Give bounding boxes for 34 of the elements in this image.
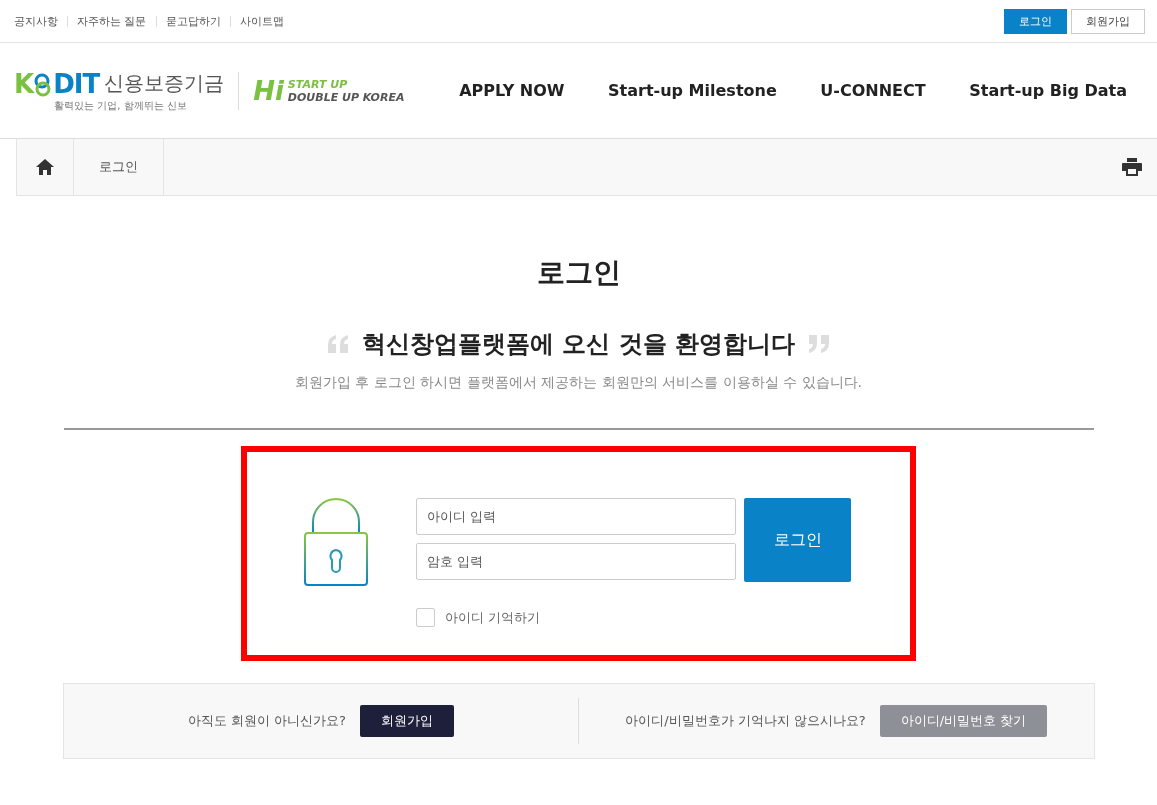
utility-link[interactable]: 공지사항 (14, 15, 67, 27)
open-quote-icon (327, 335, 350, 353)
help-question: 아직도 회원이 아니신가요? (187, 712, 346, 730)
password-input[interactable]: 암호 입력 (416, 543, 736, 580)
welcome-heading: 혁신창업플랫폼에 오신 것을 환영합니다 (361, 329, 796, 360)
utility-link[interactable]: 묻고답하기 (155, 15, 230, 27)
logo-letters: DIT (53, 68, 100, 99)
print-icon[interactable] (1122, 158, 1142, 176)
nav-link[interactable]: Start-up Milestone (608, 81, 777, 100)
description-text: 회원가입 후 로그인 하시면 플랫폼에서 제공하는 회원만의 서비스를 이용하실 수 있습니다. (295, 374, 862, 392)
close-quote-icon (807, 335, 830, 353)
signup-button[interactable]: 회원가입 (359, 705, 454, 737)
utility-link[interactable]: 자주하는 질문 (67, 15, 156, 27)
nav-link[interactable]: APPLY NOW (459, 81, 565, 100)
logo-tagline: DOUBLE UP KOREA (287, 90, 405, 104)
logo-slogan: 활력있는 기업, 함께뛰는 신보 (54, 98, 188, 113)
nav-link[interactable]: U-CONNECT (820, 81, 926, 100)
id-input[interactable]: 아이디 입력 (416, 498, 736, 535)
signup-button[interactable]: 회원가입 (1071, 8, 1145, 34)
home-icon[interactable] (36, 159, 54, 175)
hi-logo-text: Hi (253, 75, 284, 106)
breadcrumb-link[interactable]: 로그인 (74, 139, 164, 195)
submit-login-button[interactable]: 로그인 (744, 498, 851, 582)
nav-link[interactable]: Start-up Big Data (969, 81, 1127, 100)
remember-label: 아이디 기억하기 (445, 608, 541, 627)
login-button[interactable]: 로그인 (1004, 8, 1067, 34)
remember-checkbox[interactable] (416, 608, 435, 627)
logo-letter: K (14, 68, 34, 99)
page-title: 로그인 (536, 255, 621, 291)
padlock-icon (304, 498, 368, 586)
help-question: 아이디/비밀번호가 기억나지 않으시나요? (625, 712, 866, 730)
utility-link[interactable]: 사이트맵 (229, 15, 293, 27)
logo-tagline: START UP (287, 77, 349, 91)
logo-name: 신용보증기금 (104, 70, 225, 97)
